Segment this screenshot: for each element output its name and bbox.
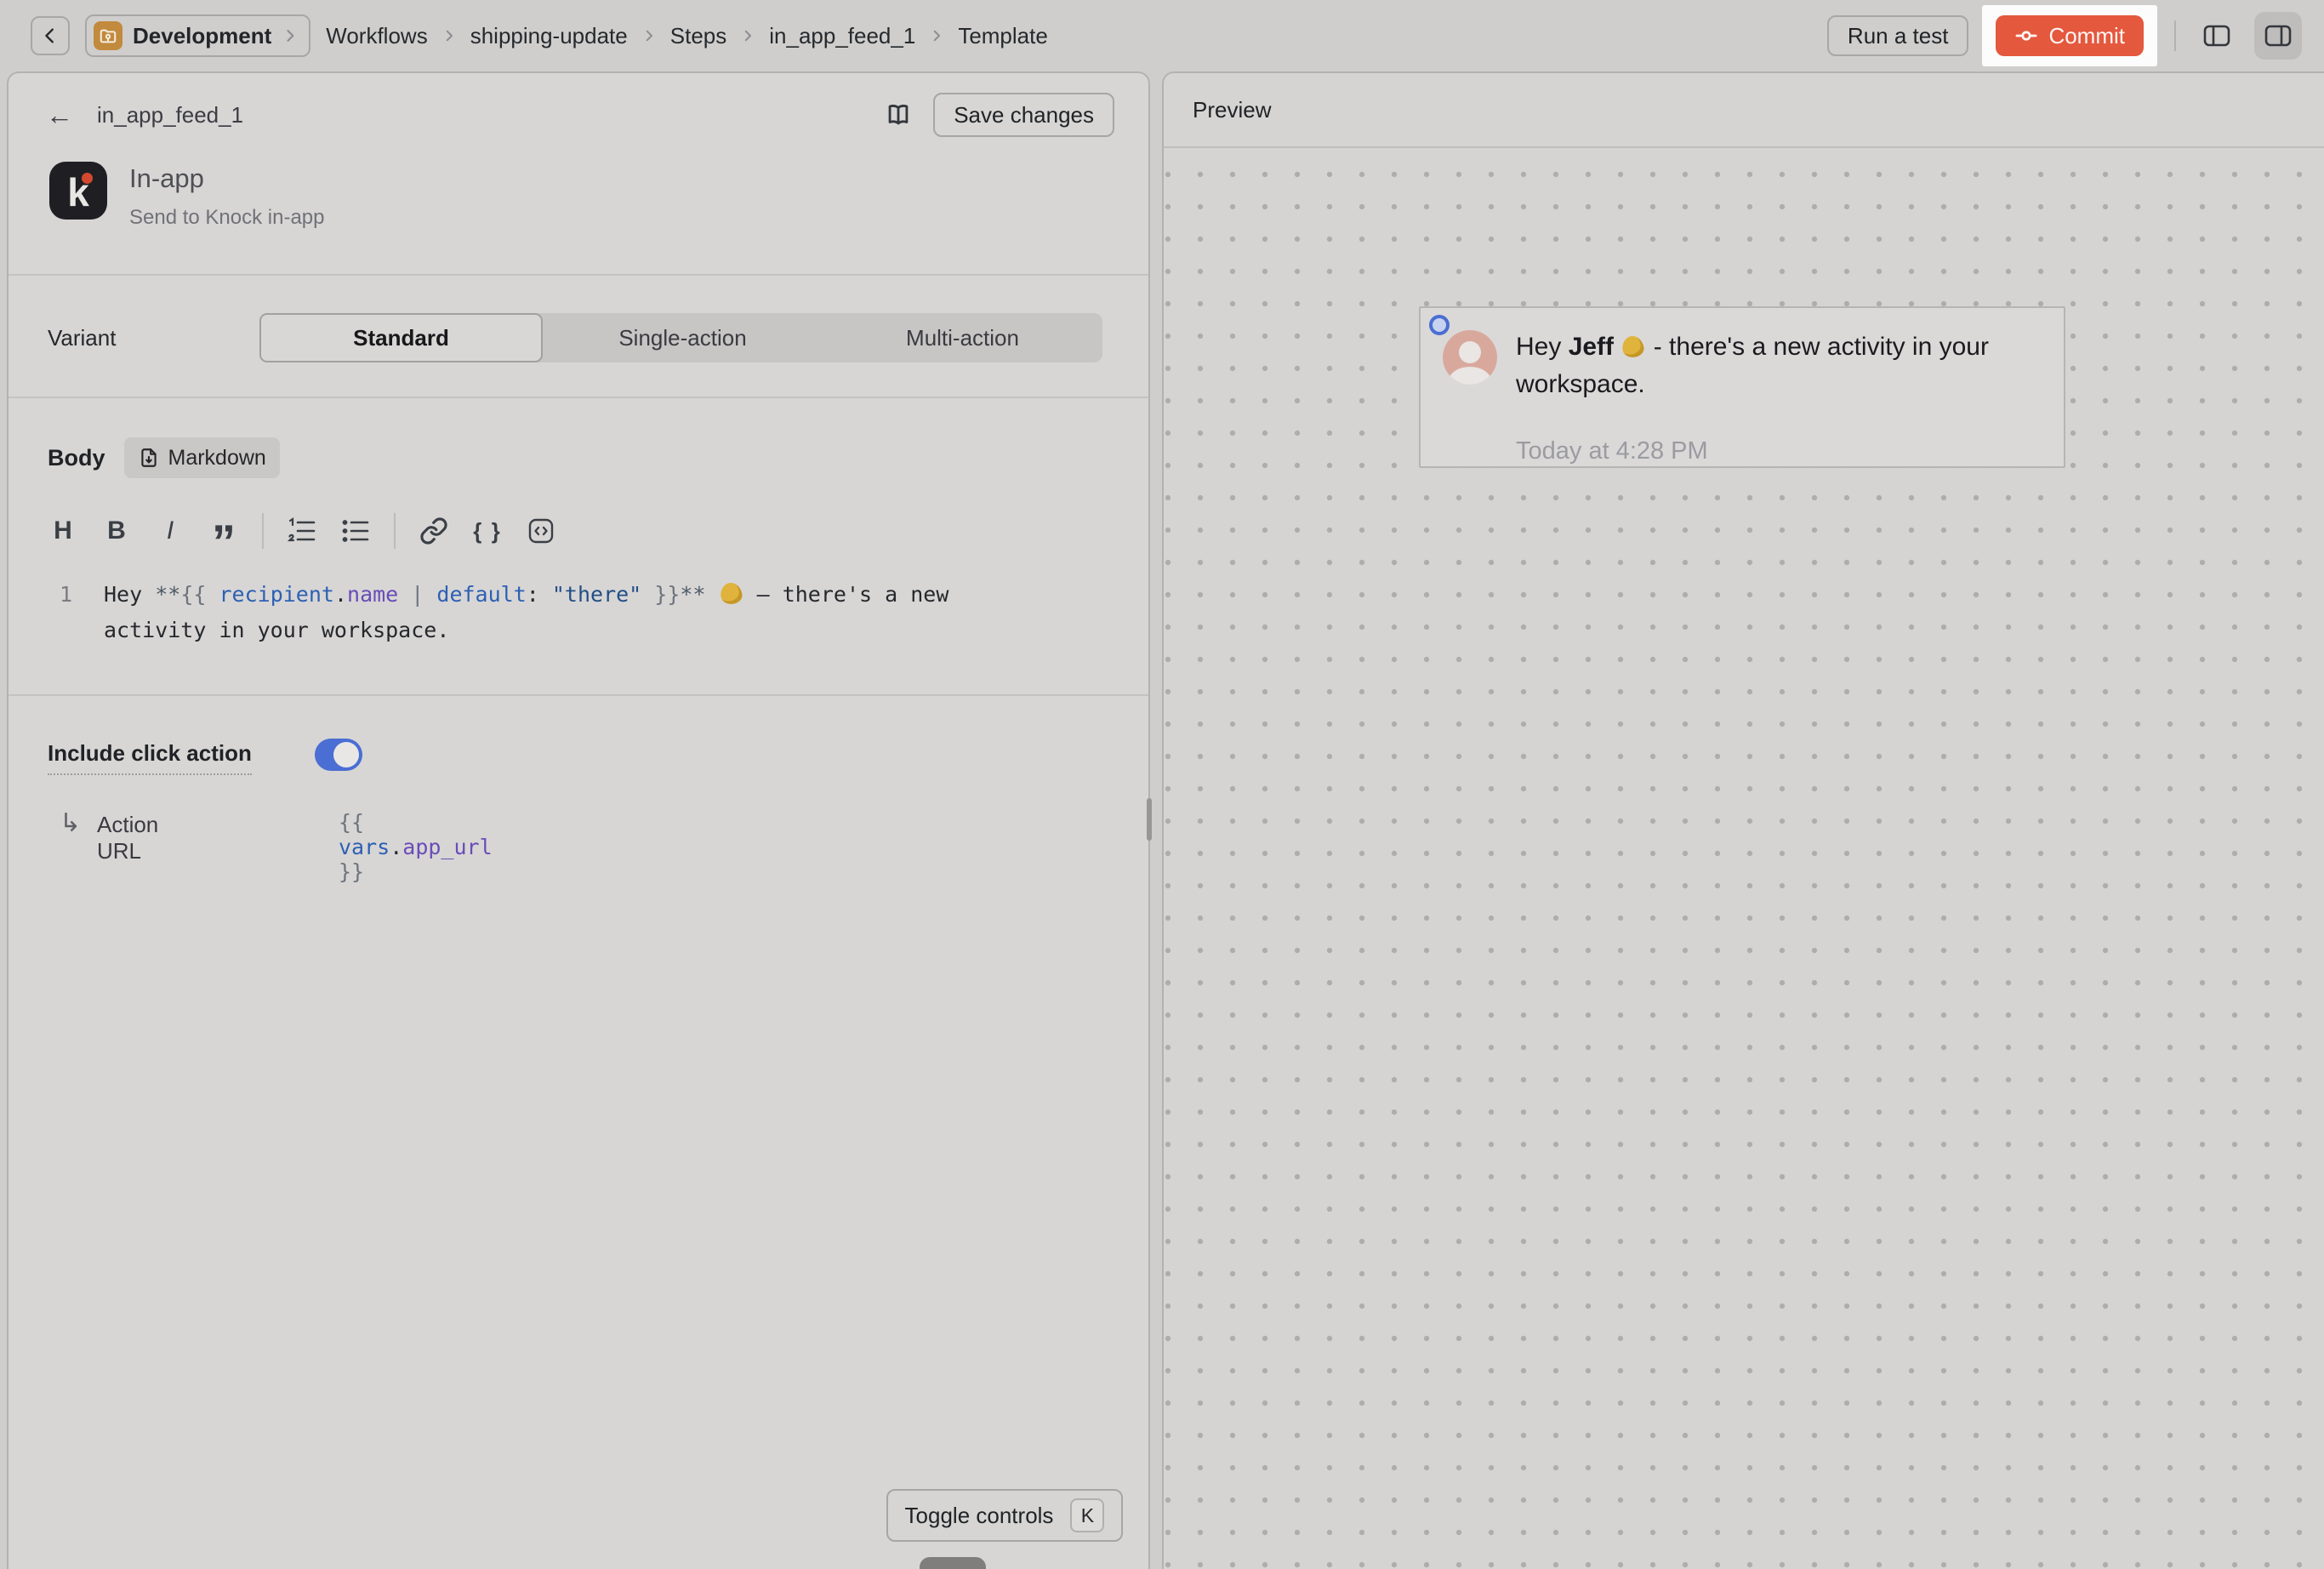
avatar xyxy=(1443,330,1497,385)
variant-segmented-control: Standard Single-action Multi-action xyxy=(259,313,1102,362)
template-editor-panel: ← in_app_feed_1 Save changes k In-app Se… xyxy=(7,71,1150,1569)
toggle-knob xyxy=(333,742,359,767)
action-url-label: Action URL xyxy=(97,812,158,864)
toggle-left-panel-button[interactable] xyxy=(2193,12,2241,60)
channel-title: In-app xyxy=(129,163,325,194)
bottom-partial-element xyxy=(920,1557,986,1569)
unordered-list-icon xyxy=(340,516,371,546)
include-click-action-toggle[interactable] xyxy=(315,739,362,771)
unread-dot xyxy=(1429,315,1450,335)
breadcrumb-steps[interactable]: Steps xyxy=(670,23,727,49)
docs-book-icon[interactable] xyxy=(884,100,913,129)
toolbar-separator xyxy=(262,513,264,549)
channel-block: k In-app Send to Knock in-app xyxy=(49,162,325,230)
action-url-value[interactable]: {{ vars.app_url }} xyxy=(339,810,493,884)
topbar-actions: Run a test Commit xyxy=(1827,5,2302,66)
code-block-button[interactable] xyxy=(526,512,556,550)
unordered-list-button[interactable] xyxy=(340,512,371,550)
wave-emoji: 👋 xyxy=(1621,335,1646,358)
breadcrumb-workflows[interactable]: Workflows xyxy=(326,23,427,49)
panel-right-icon xyxy=(2262,20,2294,52)
section-divider xyxy=(9,397,1148,398)
body-label: Body xyxy=(48,445,105,471)
breadcrumb-separator-icon xyxy=(641,28,657,43)
ordered-list-icon xyxy=(287,516,317,546)
variable-braces-button[interactable]: { } xyxy=(472,512,503,550)
topbar: Development Workflows shipping-update St… xyxy=(0,0,2324,71)
preview-canvas: Hey Jeff 👋 - there's a new activity in y… xyxy=(1164,150,2324,1569)
channel-subtitle: Send to Knock in-app xyxy=(129,206,325,230)
breadcrumb-step-name[interactable]: in_app_feed_1 xyxy=(769,23,915,49)
breadcrumb-separator-icon xyxy=(929,28,944,43)
link-button[interactable] xyxy=(419,512,449,550)
panel-left-icon xyxy=(2201,20,2233,52)
chevron-right-icon xyxy=(282,27,299,44)
breadcrumb-template[interactable]: Template xyxy=(958,23,1048,49)
toggle-right-panel-button[interactable] xyxy=(2254,12,2302,60)
back-to-step-button[interactable]: ← xyxy=(43,101,77,128)
section-divider xyxy=(9,694,1148,696)
code-block-icon xyxy=(526,516,556,546)
variant-row: Variant Standard Single-action Multi-act… xyxy=(48,313,1102,362)
markdown-format-badge: Markdown xyxy=(124,437,280,478)
variant-label: Variant xyxy=(48,325,116,351)
app-window: Development Workflows shipping-update St… xyxy=(0,0,2324,1569)
preview-title: Preview xyxy=(1193,97,1271,123)
italic-button[interactable]: I xyxy=(155,512,185,550)
notification-timestamp: Today at 4:28 PM xyxy=(1516,437,1708,465)
editor-toolbar: H B I ” { } xyxy=(48,509,556,553)
file-down-icon xyxy=(138,447,160,469)
editor-header: ← in_app_feed_1 Save changes xyxy=(43,87,1114,143)
variant-option-single-action[interactable]: Single-action xyxy=(543,313,823,362)
chevron-left-icon xyxy=(41,26,60,45)
line-number: 1 xyxy=(9,577,104,648)
step-name-label: in_app_feed_1 xyxy=(97,102,243,128)
environment-selector[interactable]: Development xyxy=(85,14,310,57)
notification-card: Hey Jeff 👋 - there's a new activity in y… xyxy=(1419,306,2065,468)
breadcrumb-workflow-name[interactable]: shipping-update xyxy=(470,23,628,49)
body-field-header: Body Markdown xyxy=(48,437,280,478)
save-changes-button[interactable]: Save changes xyxy=(933,93,1114,137)
environment-folder-icon xyxy=(94,21,122,50)
topbar-separator xyxy=(2174,20,2176,51)
toolbar-separator xyxy=(394,513,396,549)
toggle-controls-button[interactable]: Toggle controls K xyxy=(886,1489,1123,1542)
breadcrumb-separator-icon xyxy=(740,28,755,43)
heading-button[interactable]: H xyxy=(48,512,78,550)
notification-recipient-name: Jeff xyxy=(1569,333,1614,361)
git-commit-icon xyxy=(2014,24,2038,48)
knock-logo: k xyxy=(49,162,107,220)
knock-logo-dot xyxy=(82,173,93,184)
variant-option-standard[interactable]: Standard xyxy=(259,313,543,362)
keyboard-shortcut-badge: K xyxy=(1070,1498,1104,1532)
code-content: Hey **{{ recipient.name | default: "ther… xyxy=(104,577,1014,648)
run-a-test-button[interactable]: Run a test xyxy=(1827,15,1969,56)
preview-header: Preview xyxy=(1164,73,2324,148)
environment-label: Development xyxy=(133,23,271,49)
body-code-editor[interactable]: 1 Hey **{{ recipient.name | default: "th… xyxy=(9,577,1148,648)
notification-text: Hey Jeff 👋 - there's a new activity in y… xyxy=(1516,328,2035,403)
code-line: 1 Hey **{{ recipient.name | default: "th… xyxy=(9,577,1148,648)
commit-label: Commit xyxy=(2048,23,2125,49)
variant-option-multi-action[interactable]: Multi-action xyxy=(823,313,1102,362)
link-icon xyxy=(419,516,448,545)
include-click-action-row: Include click action xyxy=(48,740,362,775)
preview-panel: Preview Hey Jeff 👋 - there's a new activ… xyxy=(1162,71,2324,1569)
breadcrumb: Workflows shipping-update Steps in_app_f… xyxy=(326,23,1048,49)
editor-scrollbar-thumb[interactable] xyxy=(1147,798,1152,841)
back-button[interactable] xyxy=(31,16,70,55)
notification-text-prefix: Hey xyxy=(1516,333,1569,361)
commit-button[interactable]: Commit xyxy=(1996,15,2144,56)
section-divider xyxy=(9,274,1148,276)
breadcrumb-separator-icon xyxy=(441,28,457,43)
blockquote-button[interactable]: ” xyxy=(208,512,239,550)
ordered-list-button[interactable] xyxy=(287,512,317,550)
include-click-action-label: Include click action xyxy=(48,740,252,775)
corner-down-right-icon: ↳ xyxy=(60,808,81,838)
commit-highlight: Commit xyxy=(1982,5,2157,66)
toggle-controls-label: Toggle controls xyxy=(905,1503,1054,1529)
markdown-badge-label: Markdown xyxy=(168,446,266,471)
bold-button[interactable]: B xyxy=(101,512,132,550)
